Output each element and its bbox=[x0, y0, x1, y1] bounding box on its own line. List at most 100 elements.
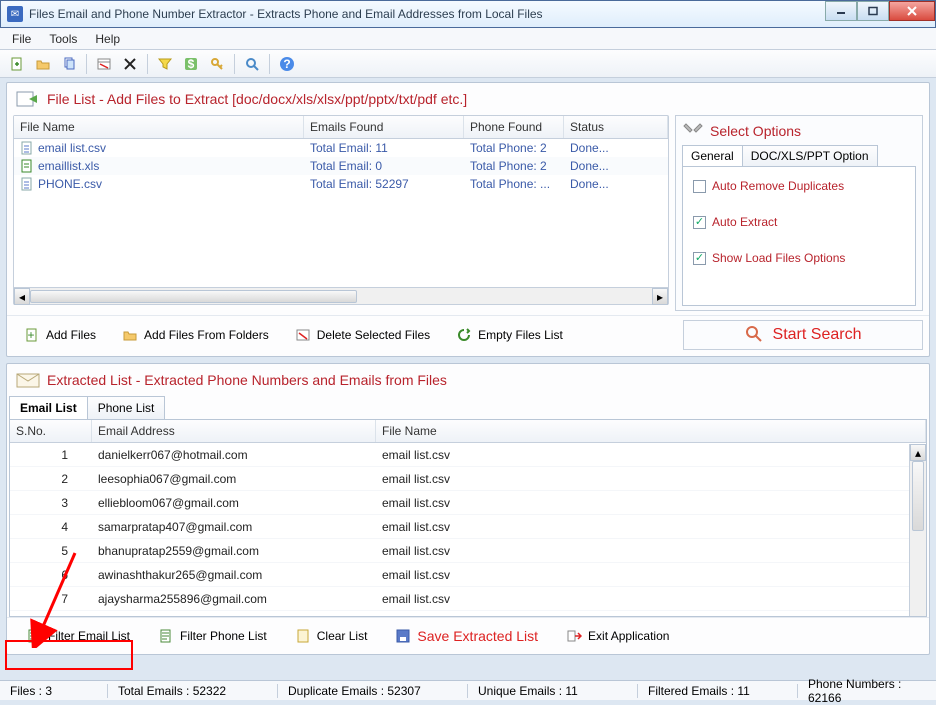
start-search-button[interactable]: Start Search bbox=[683, 320, 923, 350]
extracted-title: Extracted List - Extracted Phone Numbers… bbox=[47, 372, 447, 388]
folder-icon bbox=[122, 327, 138, 343]
col-file-name[interactable]: File Name bbox=[14, 116, 304, 138]
status-unique-emails: Unique Emails : 11 bbox=[468, 684, 638, 698]
add-folders-button[interactable]: Add Files From Folders bbox=[111, 323, 280, 347]
filter-phone-button[interactable]: Filter Phone List bbox=[147, 624, 278, 648]
extracted-row[interactable]: 3elliebloom067@gmail.comemail list.csv bbox=[10, 491, 926, 515]
save-list-label: Save Extracted List bbox=[417, 628, 538, 644]
maximize-button[interactable] bbox=[857, 1, 889, 21]
file-list-panel: File List - Add Files to Extract [doc/do… bbox=[6, 82, 930, 357]
chk-show-load[interactable] bbox=[693, 252, 706, 265]
tb-add-file-icon[interactable] bbox=[6, 53, 28, 75]
clear-list-label: Clear List bbox=[317, 629, 368, 643]
empty-list-label: Empty Files List bbox=[478, 328, 563, 342]
extracted-row[interactable]: 1danielkerr067@hotmail.comemail list.csv bbox=[10, 443, 926, 467]
file-table-hscroll[interactable]: ◂ ▸ bbox=[14, 287, 668, 304]
svg-text:?: ? bbox=[283, 57, 290, 71]
extracted-row[interactable]: 6awinashthakur265@gmail.comemail list.cs… bbox=[10, 563, 926, 587]
tb-key-icon[interactable] bbox=[206, 53, 228, 75]
file-table: File Name Emails Found Phone Found Statu… bbox=[13, 115, 669, 305]
extracted-row[interactable]: 4samarpratap407@gmail.comemail list.csv bbox=[10, 515, 926, 539]
scroll-up-arrow-icon[interactable]: ▴ bbox=[910, 444, 926, 461]
scroll-vthumb[interactable] bbox=[912, 461, 924, 531]
status-phone-numbers: Phone Numbers : 62166 bbox=[798, 677, 936, 705]
add-files-button[interactable]: + Add Files bbox=[13, 323, 107, 347]
menu-help[interactable]: Help bbox=[95, 32, 120, 46]
col-ext-file-name[interactable]: File Name bbox=[376, 420, 926, 442]
scroll-left-arrow-icon[interactable]: ◂ bbox=[14, 288, 30, 305]
extracted-panel: Extracted List - Extracted Phone Numbers… bbox=[6, 363, 930, 655]
extracted-vscroll[interactable]: ▴ bbox=[909, 444, 926, 616]
extracted-table: S.No. Email Address File Name 1danielker… bbox=[9, 419, 927, 617]
filter-email-label: Filter Email List bbox=[48, 629, 130, 643]
scroll-right-arrow-icon[interactable]: ▸ bbox=[652, 288, 668, 305]
exit-icon bbox=[566, 628, 582, 644]
file-list-icon bbox=[15, 89, 39, 109]
svg-text:+: + bbox=[27, 328, 34, 342]
filter-email-button[interactable]: Filter Email List bbox=[15, 624, 141, 648]
delete-selected-button[interactable]: Delete Selected Files bbox=[284, 323, 441, 347]
statusbar: Files : 3 Total Emails : 52322 Duplicate… bbox=[0, 680, 936, 700]
tb-filter-icon[interactable] bbox=[154, 53, 176, 75]
refresh-icon bbox=[456, 327, 472, 343]
save-list-button[interactable]: Save Extracted List bbox=[384, 624, 549, 648]
tb-search-icon[interactable] bbox=[241, 53, 263, 75]
col-sno[interactable]: S.No. bbox=[10, 420, 92, 442]
menu-tools[interactable]: Tools bbox=[49, 32, 77, 46]
save-icon bbox=[395, 628, 411, 644]
tb-delete-row-icon[interactable] bbox=[93, 53, 115, 75]
extracted-row[interactable]: 5bhanupratap2559@gmail.comemail list.csv bbox=[10, 539, 926, 563]
col-status[interactable]: Status bbox=[564, 116, 668, 138]
file-row[interactable]: emaillist.xlsTotal Email: 0Total Phone: … bbox=[14, 157, 668, 175]
window-title: Files Email and Phone Number Extractor -… bbox=[29, 7, 543, 21]
tb-help-icon[interactable]: ? bbox=[276, 53, 298, 75]
options-panel: Select Options General DOC/XLS/PPT Optio… bbox=[675, 115, 923, 311]
tb-add-folder-icon[interactable] bbox=[32, 53, 54, 75]
lbl-auto-extract: Auto Extract bbox=[712, 215, 777, 229]
filter-phone-label: Filter Phone List bbox=[180, 629, 267, 643]
tab-general[interactable]: General bbox=[682, 145, 743, 166]
file-row[interactable]: email list.csvTotal Email: 11Total Phone… bbox=[14, 139, 668, 157]
lbl-show-load: Show Load Files Options bbox=[712, 251, 845, 265]
tb-money-icon[interactable]: $ bbox=[180, 53, 202, 75]
delete-row-icon bbox=[295, 327, 311, 343]
options-title: Select Options bbox=[710, 123, 801, 139]
delete-selected-label: Delete Selected Files bbox=[317, 328, 430, 342]
extracted-row[interactable]: 2leesophia067@gmail.comemail list.csv bbox=[10, 467, 926, 491]
clear-list-icon bbox=[295, 628, 311, 644]
col-phone-found[interactable]: Phone Found bbox=[464, 116, 564, 138]
filter-email-icon bbox=[26, 628, 42, 644]
start-search-label: Start Search bbox=[773, 326, 862, 344]
file-row[interactable]: PHONE.csvTotal Email: 52297Total Phone: … bbox=[14, 175, 668, 193]
chk-auto-extract[interactable] bbox=[693, 216, 706, 229]
clear-list-button[interactable]: Clear List bbox=[284, 624, 379, 648]
menubar: File Tools Help bbox=[0, 28, 936, 50]
search-icon bbox=[745, 325, 763, 346]
minimize-button[interactable] bbox=[825, 1, 857, 21]
titlebar: ✉ Files Email and Phone Number Extractor… bbox=[0, 0, 936, 28]
tab-docxlsppt[interactable]: DOC/XLS/PPT Option bbox=[742, 145, 878, 166]
scroll-thumb[interactable] bbox=[30, 290, 357, 303]
lbl-auto-remove-dup: Auto Remove Duplicates bbox=[712, 179, 844, 193]
toolbar: $ ? bbox=[0, 50, 936, 78]
col-emails-found[interactable]: Emails Found bbox=[304, 116, 464, 138]
exit-button[interactable]: Exit Application bbox=[555, 624, 680, 648]
add-file-icon: + bbox=[24, 327, 40, 343]
status-total-emails: Total Emails : 52322 bbox=[108, 684, 278, 698]
add-folders-label: Add Files From Folders bbox=[144, 328, 269, 342]
chk-auto-remove-dup[interactable] bbox=[693, 180, 706, 193]
tb-clear-icon[interactable] bbox=[119, 53, 141, 75]
tools-icon bbox=[682, 120, 704, 141]
status-dup-emails: Duplicate Emails : 52307 bbox=[278, 684, 468, 698]
menu-file[interactable]: File bbox=[12, 32, 31, 46]
tb-copy-icon[interactable] bbox=[58, 53, 80, 75]
close-button[interactable] bbox=[889, 1, 935, 21]
add-files-label: Add Files bbox=[46, 328, 96, 342]
filter-phone-icon bbox=[158, 628, 174, 644]
app-icon: ✉ bbox=[7, 6, 23, 22]
tab-email-list[interactable]: Email List bbox=[9, 396, 88, 419]
tab-phone-list[interactable]: Phone List bbox=[87, 396, 166, 419]
extracted-row[interactable]: 7ajaysharma255896@gmail.comemail list.cs… bbox=[10, 587, 926, 611]
empty-list-button[interactable]: Empty Files List bbox=[445, 323, 574, 347]
col-email-address[interactable]: Email Address bbox=[92, 420, 376, 442]
